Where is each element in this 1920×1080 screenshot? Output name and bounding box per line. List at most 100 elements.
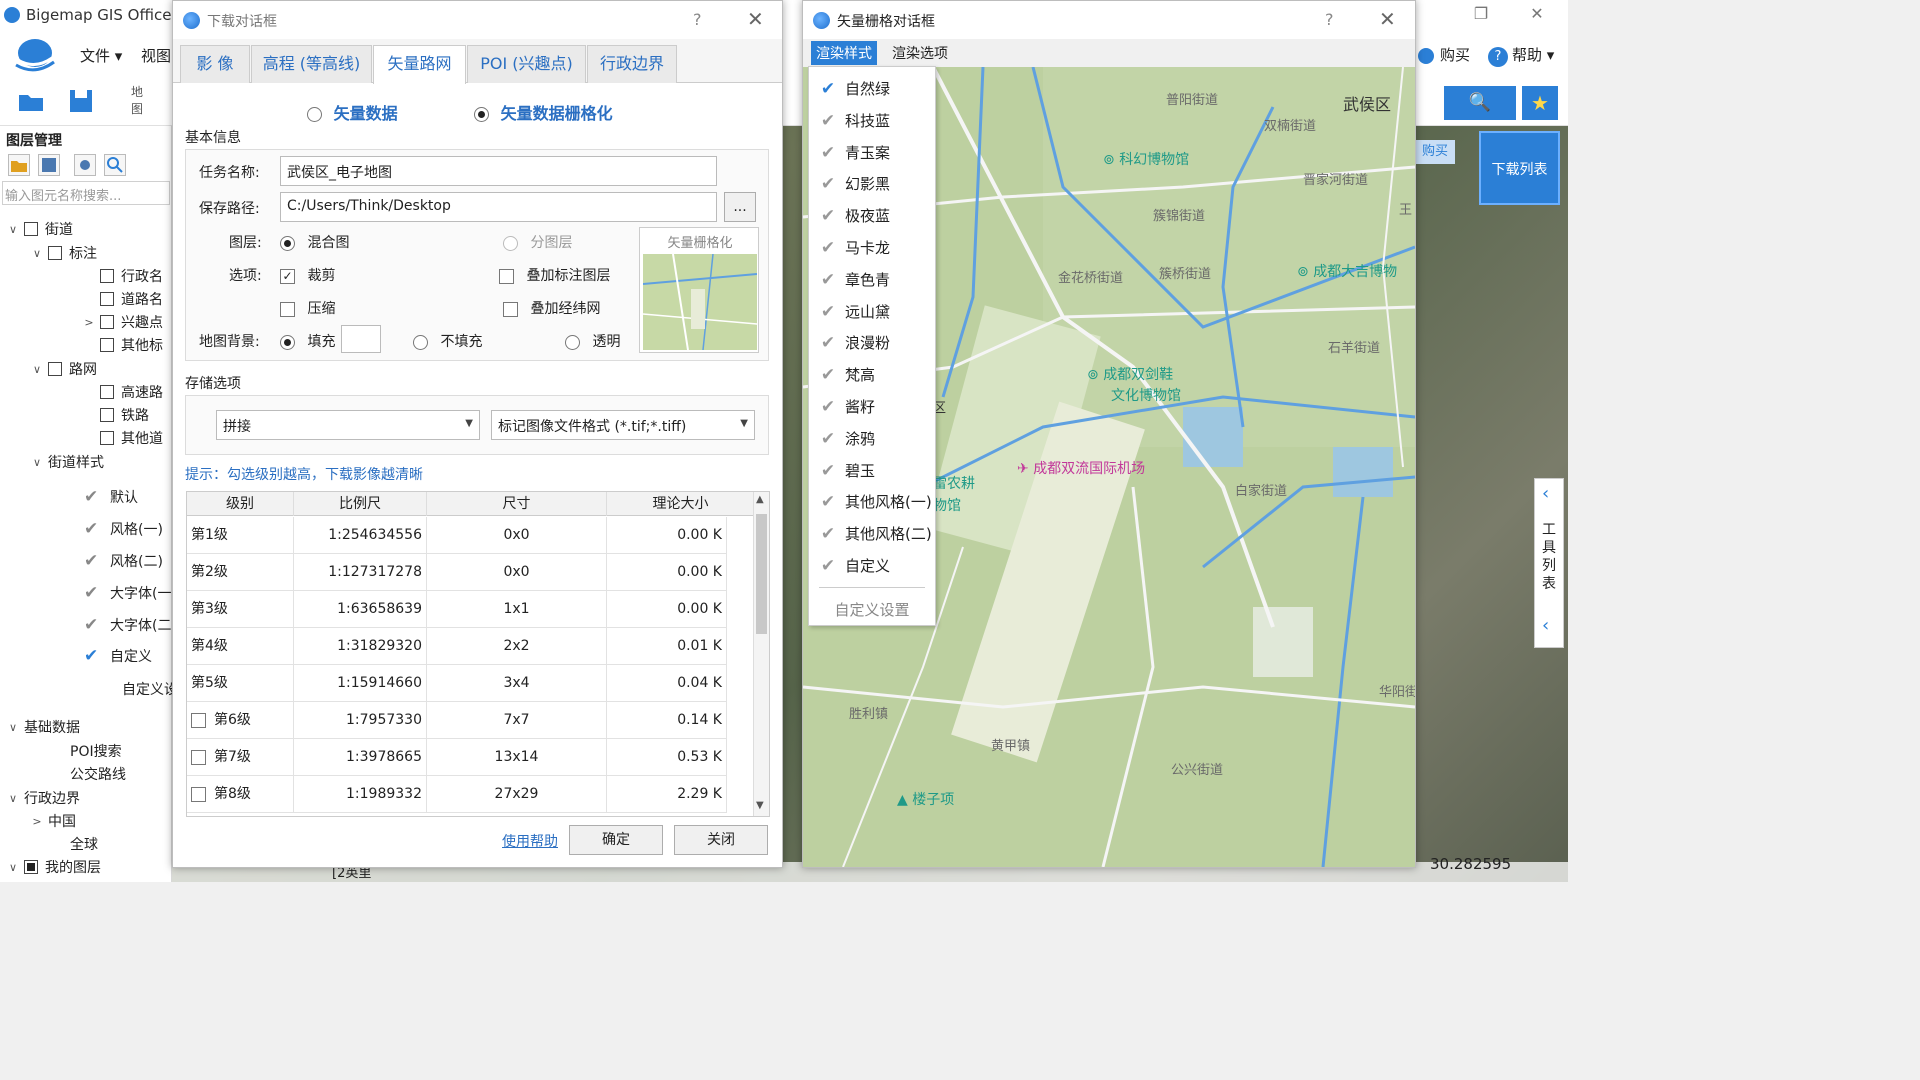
radio-vector-data[interactable]	[307, 107, 322, 122]
style-menu-item[interactable]: ✔ 梵高	[809, 359, 935, 391]
tab-vector-roads[interactable]: 矢量路网	[373, 45, 466, 84]
layer-checkbox[interactable]	[100, 315, 114, 329]
radio-no-fill[interactable]	[413, 334, 428, 350]
tree-item[interactable]: ✔ 风格(一)	[66, 518, 163, 540]
download-list-button[interactable]: 下载列表	[1479, 131, 1560, 205]
chevron-down-icon[interactable]: ∨	[6, 861, 20, 874]
storage-mode-select[interactable]: 拼接 ▼	[216, 410, 480, 440]
checkmark-icon[interactable]: ✔	[84, 646, 104, 666]
tree-item[interactable]: ✔ 自定义	[66, 645, 152, 667]
mode-vector-raster[interactable]: 矢量数据栅格化	[474, 100, 613, 124]
chevron-right-icon[interactable]: >	[30, 815, 44, 828]
layer-checkbox[interactable]	[48, 362, 62, 376]
layer-checkbox[interactable]	[48, 246, 62, 260]
tree-item[interactable]: ✔ 风格(二)	[66, 550, 163, 572]
buy-link[interactable]: 购买	[1418, 44, 1470, 65]
layer-checkbox[interactable]	[100, 269, 114, 283]
tree-item[interactable]: 其他道	[82, 427, 163, 449]
chevron-down-icon[interactable]: ∨	[6, 721, 20, 734]
graticule-checkbox[interactable]	[503, 301, 518, 317]
scroll-down-icon[interactable]: ▼	[756, 800, 764, 811]
tree-item[interactable]: ∨ 街道样式	[30, 451, 104, 473]
help-icon[interactable]: ?	[693, 10, 702, 29]
radio-fill[interactable]	[280, 334, 295, 350]
tab-boundary[interactable]: 行政边界	[587, 45, 677, 83]
bg-nofill-option[interactable]: 不填充	[413, 331, 482, 351]
table-row[interactable]: 第3级 1:63658639 1x1 0.00 K	[187, 591, 727, 628]
chevron-right-icon[interactable]: >	[82, 316, 96, 329]
tree-item[interactable]: ∨ 街道	[6, 218, 73, 240]
help-link[interactable]: ? 帮助 ▾	[1488, 44, 1554, 67]
layer-checkbox[interactable]	[24, 222, 38, 236]
style-menu-item[interactable]: ✔ 马卡龙	[809, 232, 935, 264]
tree-item[interactable]: 公交路线	[52, 763, 126, 785]
style-menu-item[interactable]: ✔ 浪漫粉	[809, 327, 935, 359]
buy-badge[interactable]: 购买	[1415, 140, 1455, 164]
checkmark-icon[interactable]: ✔	[84, 551, 104, 571]
chevron-down-icon[interactable]: ∨	[30, 247, 44, 260]
chevron-down-icon[interactable]: ∨	[6, 792, 20, 805]
menu-view[interactable]: 视图	[141, 45, 171, 66]
layer-separate-option[interactable]: 分图层	[503, 232, 572, 252]
level-checkbox[interactable]	[191, 712, 206, 728]
ok-button[interactable]: 确定	[569, 825, 663, 855]
tree-item[interactable]: ∨ 我的图层	[6, 856, 101, 878]
style-menu-item[interactable]: ✔ 酱籽	[809, 391, 935, 423]
layer-merged-option[interactable]: 混合图	[280, 232, 349, 252]
table-row[interactable]: 第4级 1:31829320 2x2 0.01 K	[187, 628, 727, 665]
tree-item[interactable]: 行政名	[82, 265, 163, 287]
style-menu-item[interactable]: ✔ 其他风格(一)	[809, 486, 935, 518]
chevron-down-icon[interactable]: ∨	[30, 456, 44, 469]
task-name-input[interactable]: 武侯区_电子地图	[280, 156, 717, 186]
save-layer-icon[interactable]	[38, 154, 60, 176]
clip-checkbox[interactable]: ✓	[280, 268, 295, 284]
tree-item[interactable]: ∨ 行政边界	[6, 787, 80, 809]
clip-option[interactable]: ✓ 裁剪	[280, 265, 335, 285]
table-row[interactable]: 第6级 1:7957330 7x7 0.14 K	[187, 702, 727, 739]
tree-item[interactable]: ∨ 标注	[30, 242, 97, 264]
radio-vector-raster[interactable]	[474, 107, 489, 122]
open-folder-icon[interactable]	[16, 86, 46, 116]
radio-merged[interactable]	[280, 235, 295, 251]
layer-checkbox[interactable]	[100, 408, 114, 422]
close-button[interactable]: 关闭	[674, 825, 768, 855]
style-menu-item[interactable]: ✔ 其他风格(二)	[809, 518, 935, 550]
tab-poi[interactable]: POI (兴趣点)	[467, 45, 586, 83]
help-link[interactable]: 使用帮助	[502, 831, 558, 851]
help-icon[interactable]: ?	[1325, 10, 1334, 29]
bg-transparent-option[interactable]: 透明	[565, 331, 620, 351]
chevron-left-icon[interactable]: ‹	[1542, 483, 1549, 504]
tree-item[interactable]: POI搜索	[52, 740, 122, 762]
checkmark-icon[interactable]: ✔	[84, 487, 104, 507]
close-icon[interactable]: ✕	[747, 7, 764, 31]
tab-elevation[interactable]: 高程 (等高线)	[251, 45, 372, 83]
tab-render-style[interactable]: 渲染样式	[811, 41, 877, 65]
layer-checkbox[interactable]	[100, 385, 114, 399]
checkmark-icon[interactable]: ✔	[84, 615, 104, 635]
close-icon[interactable]: ✕	[1379, 7, 1396, 31]
file-format-select[interactable]: 标记图像文件格式 (*.tif;*.tiff) ▼	[491, 410, 755, 440]
map-search-button[interactable]: 🔍	[1444, 86, 1516, 120]
chevron-down-icon[interactable]: ∨	[30, 363, 44, 376]
chevron-down-icon[interactable]: ∨	[6, 223, 20, 236]
browse-button[interactable]: ...	[724, 192, 756, 222]
level-checkbox[interactable]	[191, 786, 206, 802]
tree-item[interactable]: 高速路	[82, 381, 163, 403]
checkmark-icon[interactable]: ✔	[84, 519, 104, 539]
tree-item[interactable]: ✔ 大字体(一	[66, 582, 171, 604]
compress-option[interactable]: 压缩	[280, 298, 335, 318]
close-icon[interactable]: ✕	[1522, 4, 1552, 26]
layer-checkbox[interactable]	[100, 431, 114, 445]
style-menu-item[interactable]: ✔ 碧玉	[809, 455, 935, 487]
overlay-label-option[interactable]: 叠加标注图层	[499, 265, 610, 285]
menu-file[interactable]: 文件 ▾	[80, 45, 122, 66]
radio-separate[interactable]	[503, 235, 518, 251]
layer-search-input[interactable]: 输入图元名称搜索...	[2, 181, 170, 205]
custom-settings-item[interactable]: 自定义设置	[809, 594, 935, 626]
search-layer-icon[interactable]	[104, 154, 126, 176]
radio-transparent[interactable]	[565, 334, 580, 350]
tab-render-options[interactable]: 渲染选项	[887, 41, 953, 65]
scrollbar-thumb[interactable]	[756, 514, 767, 634]
tree-item[interactable]: ✔ 大字体(二	[66, 614, 171, 636]
save-icon[interactable]	[66, 86, 96, 116]
